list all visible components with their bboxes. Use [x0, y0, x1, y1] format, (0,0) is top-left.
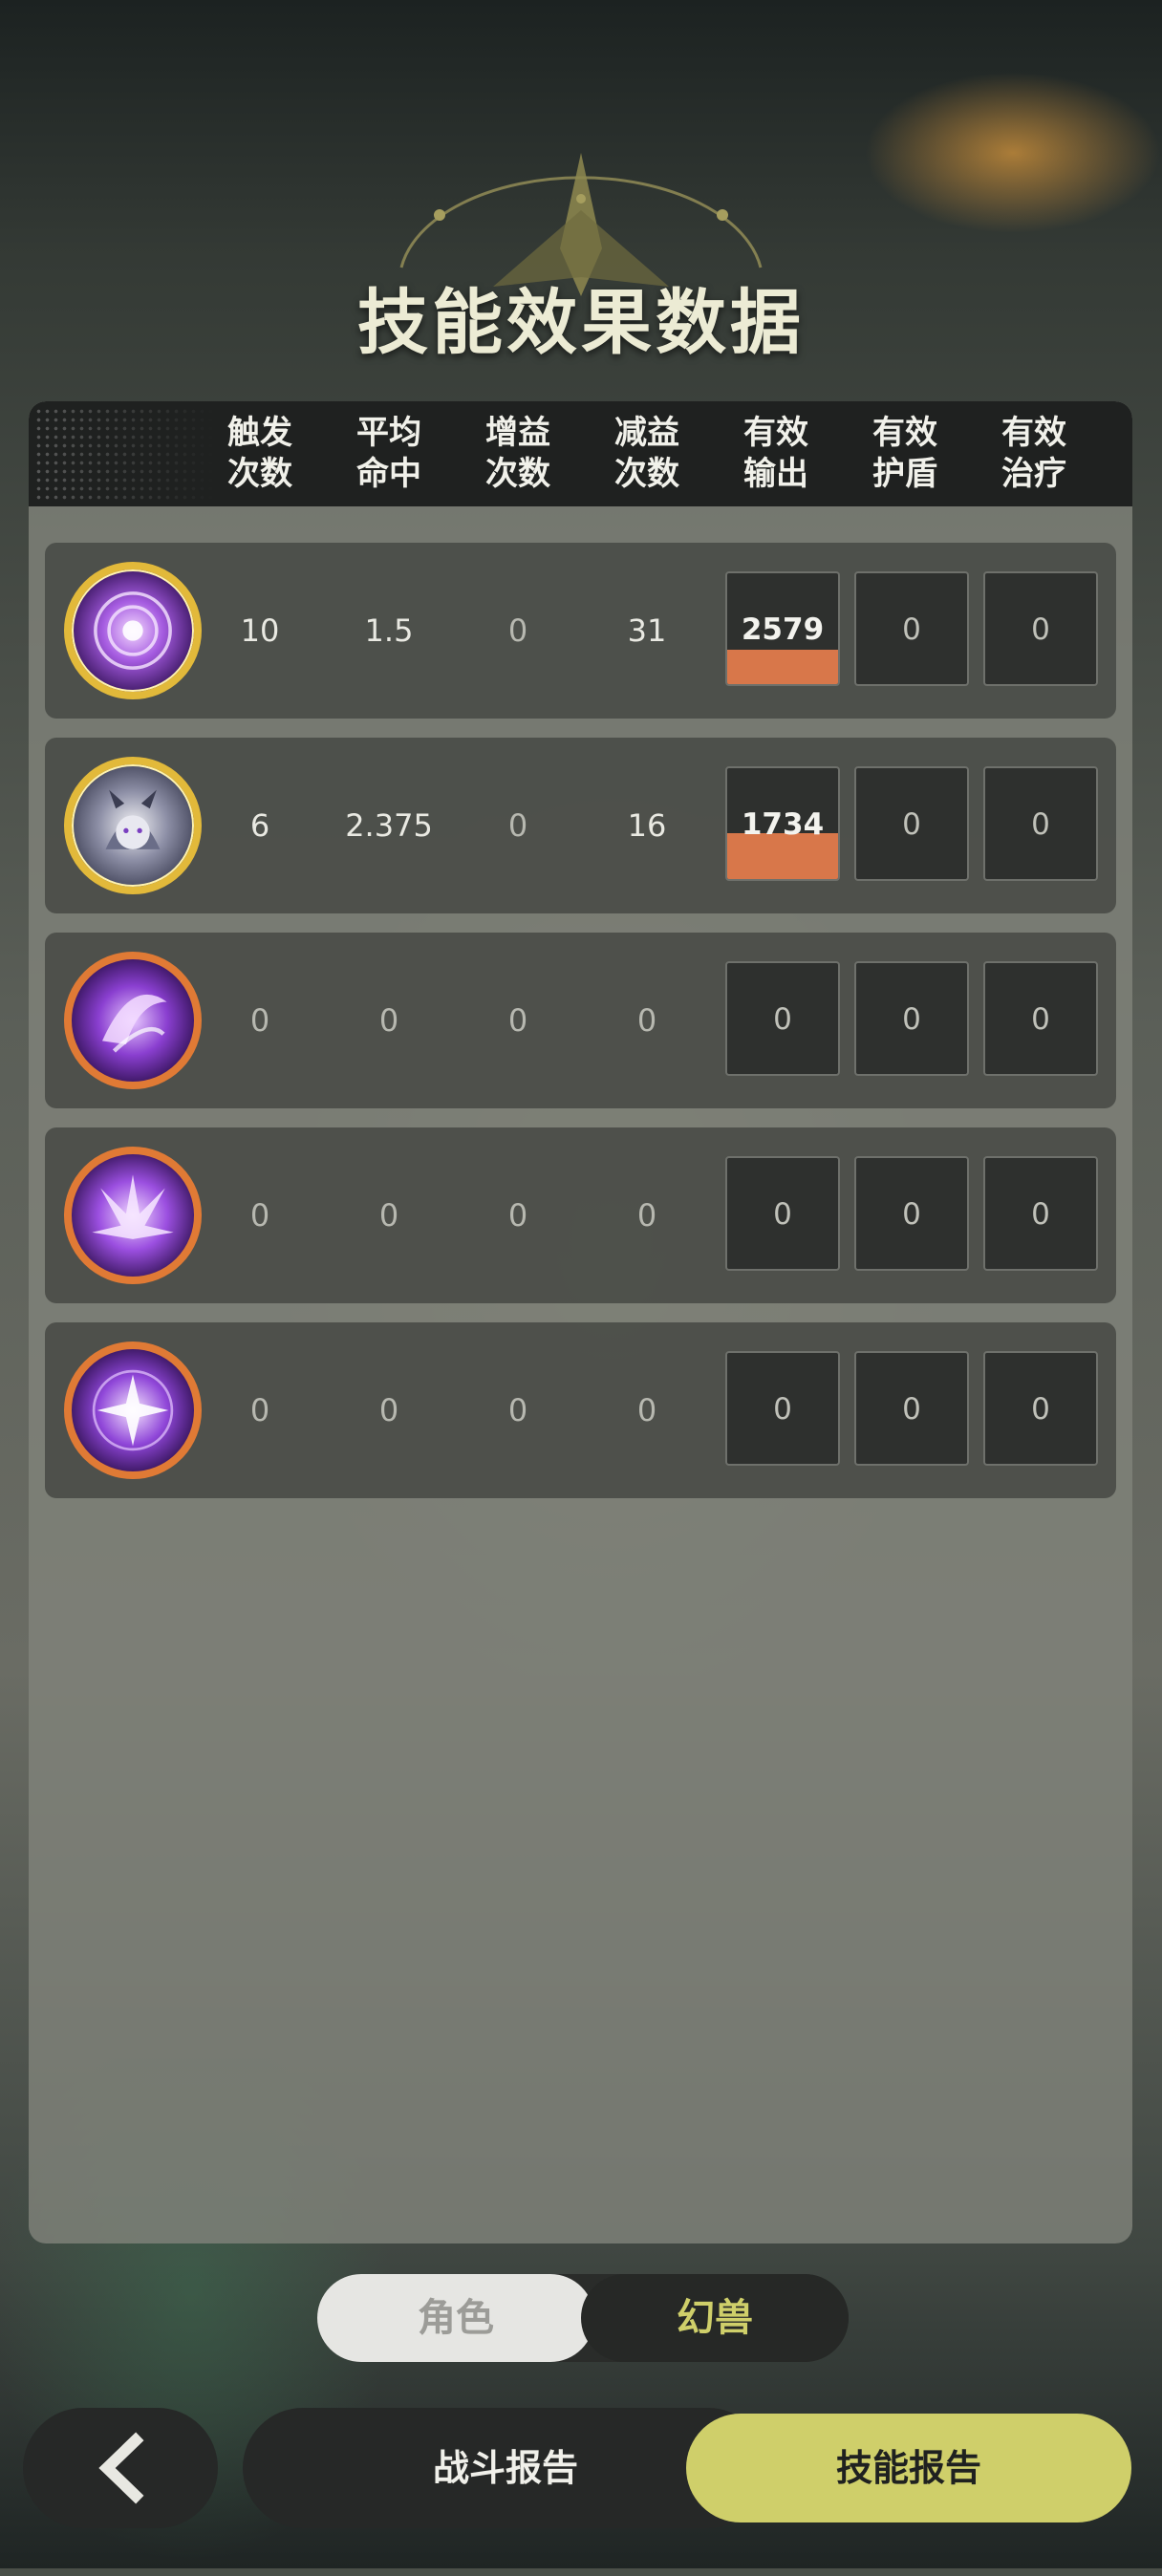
trigger-count: 0: [249, 1392, 270, 1428]
table-row[interactable]: 10 1.5 0 31 2579万 0 0: [45, 543, 1116, 719]
buff-count: 0: [507, 1197, 528, 1234]
damage-value: 0: [773, 1392, 792, 1427]
role-beast-toggle[interactable]: 角色 幻兽: [317, 2274, 849, 2362]
heal-cell[interactable]: 0: [983, 961, 1098, 1076]
col-effective-heal: 有效 治疗: [1001, 414, 1066, 493]
heal-value: 0: [1031, 1197, 1050, 1232]
shield-cell[interactable]: 0: [854, 1351, 969, 1466]
shield-value: 0: [902, 1002, 921, 1037]
damage-cell[interactable]: 1734万: [725, 766, 840, 881]
avg-hit: 0: [378, 1197, 399, 1234]
debuff-count: 0: [636, 1197, 657, 1234]
tab-beast[interactable]: 幻兽: [581, 2274, 849, 2362]
buff-count: 0: [507, 1002, 528, 1039]
avg-hit: 0: [378, 1002, 399, 1039]
heal-cell[interactable]: 0: [983, 1156, 1098, 1271]
table-row[interactable]: 0 0 0 0 0 0 0: [45, 933, 1116, 1108]
beast-portrait-icon[interactable]: [64, 757, 202, 894]
skill-stats-panel: 触发 次数 平均 命中 增益 次数 减益 次数 有效 输出 有效 护盾 有效 治疗 10 1.…: [29, 401, 1132, 2243]
header-texture: [34, 407, 216, 501]
star-skill-icon[interactable]: [64, 1342, 202, 1479]
skill-report-button[interactable]: 技能报告: [686, 2414, 1131, 2522]
shield-value: 0: [902, 1197, 921, 1232]
buff-count: 0: [507, 1392, 528, 1428]
page-title: 技能效果数据: [357, 282, 805, 364]
col-avg-hit: 平均 命中: [356, 414, 421, 493]
heal-value: 0: [1031, 1392, 1050, 1427]
avg-hit: 2.375: [345, 807, 433, 844]
trigger-count: 0: [249, 1002, 270, 1039]
heal-value: 0: [1031, 1002, 1050, 1037]
debuff-count: 0: [636, 1392, 657, 1428]
burst-skill-icon[interactable]: [64, 1147, 202, 1284]
damage-value: 0: [773, 1197, 792, 1232]
shield-cell[interactable]: 0: [854, 571, 969, 686]
col-effective-shield: 有效 护盾: [872, 414, 937, 493]
shield-value: 0: [902, 612, 921, 647]
damage-cell[interactable]: 0: [725, 961, 840, 1076]
avg-hit: 1.5: [364, 612, 414, 649]
heal-cell[interactable]: 0: [983, 571, 1098, 686]
trigger-count: 6: [249, 807, 270, 844]
debuff-count: 31: [627, 612, 667, 649]
trigger-count: 10: [240, 612, 280, 649]
col-buff-count: 增益 次数: [485, 414, 550, 493]
debuff-count: 0: [636, 1002, 657, 1039]
shield-value: 0: [902, 807, 921, 842]
heal-cell[interactable]: 0: [983, 766, 1098, 881]
shield-cell[interactable]: 0: [854, 961, 969, 1076]
debuff-count: 16: [627, 807, 667, 844]
back-button[interactable]: [23, 2408, 218, 2528]
shield-cell[interactable]: 0: [854, 1156, 969, 1271]
buff-count: 0: [507, 612, 528, 649]
damage-cell[interactable]: 0: [725, 1351, 840, 1466]
table-header: 触发 次数 平均 命中 增益 次数 减益 次数 有效 输出 有效 护盾 有效 治疗: [29, 401, 1132, 506]
tab-role[interactable]: 角色: [317, 2274, 594, 2362]
heal-value: 0: [1031, 612, 1050, 647]
col-trigger-count: 触发 次数: [227, 414, 292, 493]
trigger-count: 0: [249, 1197, 270, 1234]
buff-count: 0: [507, 807, 528, 844]
vortex-skill-icon[interactable]: [64, 562, 202, 699]
damage-cell[interactable]: 2579万: [725, 571, 840, 686]
table-row[interactable]: 0 0 0 0 0 0 0: [45, 1127, 1116, 1303]
shield-value: 0: [902, 1392, 921, 1427]
table-row[interactable]: 6 2.375 0 16 1734万 0 0: [45, 738, 1116, 913]
heal-cell[interactable]: 0: [983, 1351, 1098, 1466]
back-arrow-icon: [98, 2432, 144, 2504]
avg-hit: 0: [378, 1392, 399, 1428]
heal-value: 0: [1031, 807, 1050, 842]
shield-cell[interactable]: 0: [854, 766, 969, 881]
damage-value: 0: [773, 1002, 792, 1037]
damage-value: 2579万: [741, 612, 825, 647]
damage-cell[interactable]: 0: [725, 1156, 840, 1271]
damage-value: 1734万: [741, 807, 825, 842]
col-effective-damage: 有效 输出: [743, 414, 808, 493]
table-row[interactable]: 0 0 0 0 0 0 0: [45, 1322, 1116, 1498]
slash-skill-icon[interactable]: [64, 952, 202, 1089]
col-debuff-count: 减益 次数: [614, 414, 679, 493]
